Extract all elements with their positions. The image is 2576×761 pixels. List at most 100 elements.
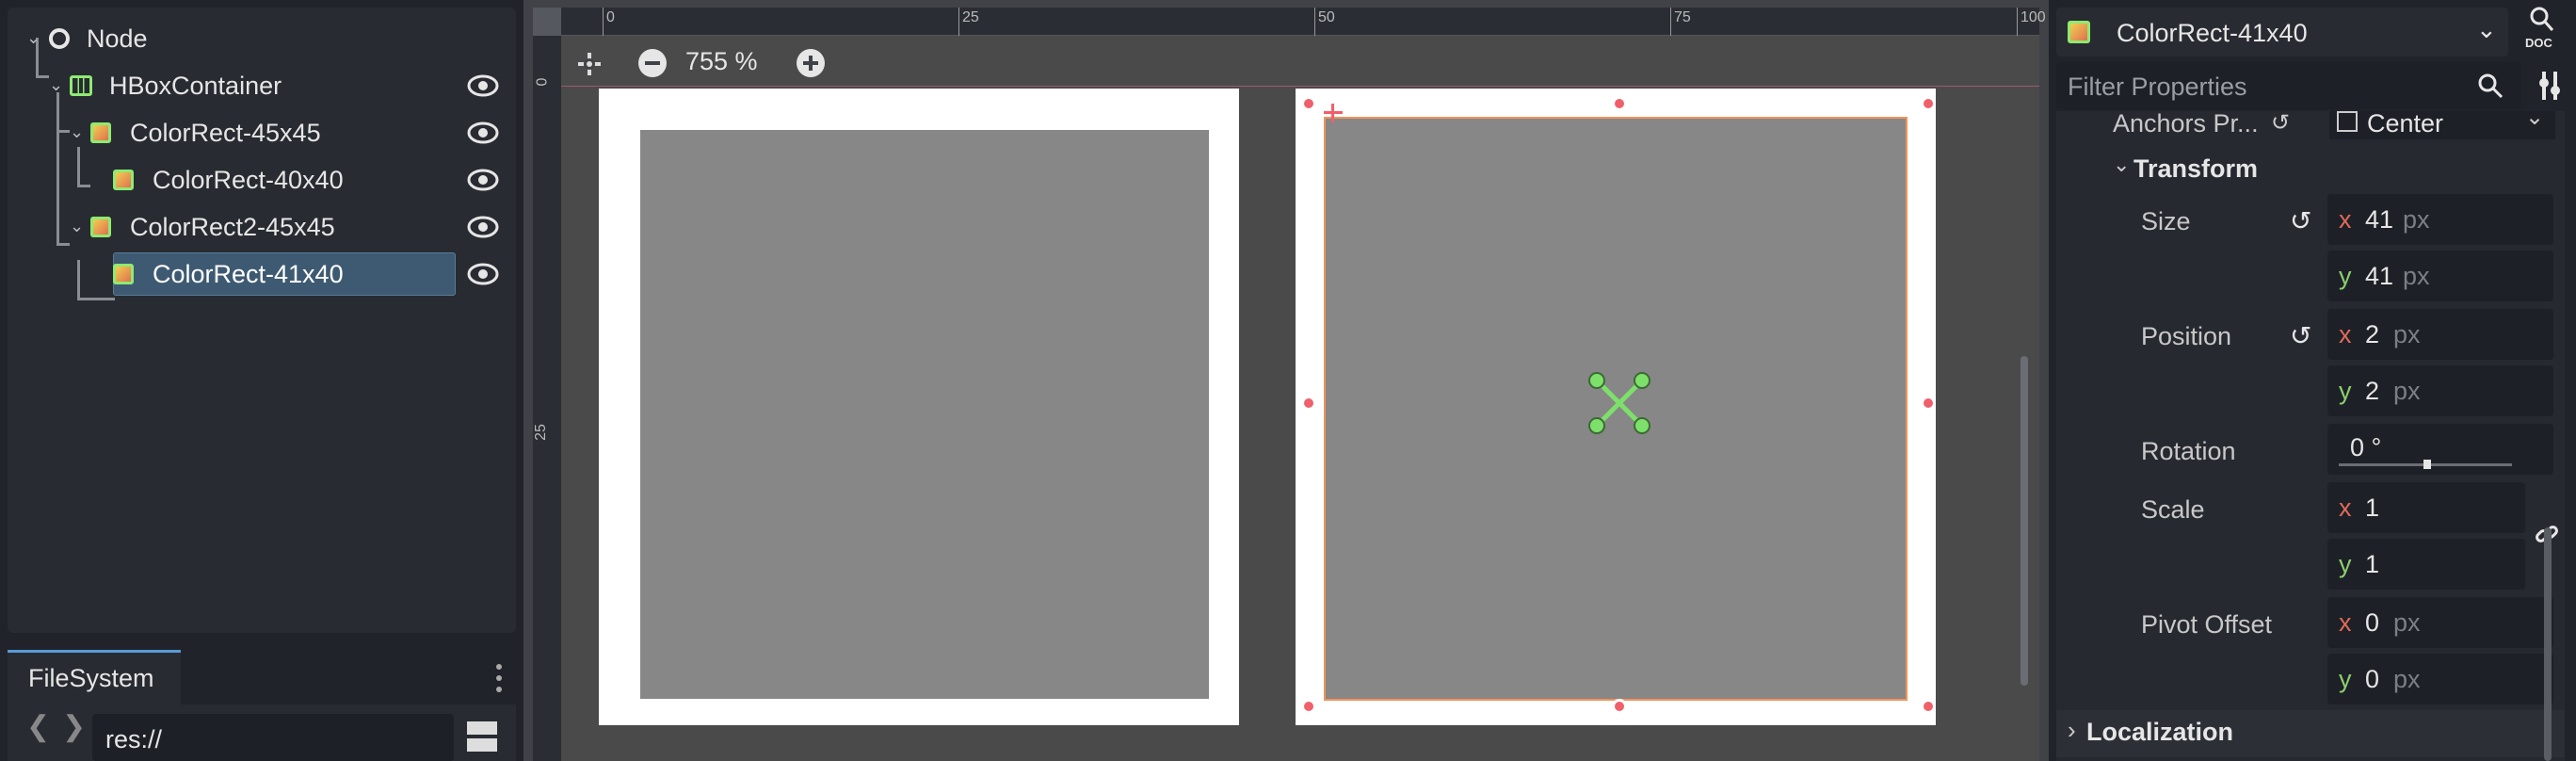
filter-properties-input[interactable]: Filter Properties [2056,62,2521,109]
rotation-slider-grabber[interactable] [2423,460,2431,469]
chevron-down-icon: ⌄ [2525,111,2545,130]
chevron-right-icon: › [2068,716,2076,744]
path-field[interactable]: res:// [92,714,454,761]
anchor-marker-icon[interactable] [1324,104,1343,122]
chevron-down-icon[interactable]: ⌄ [49,75,66,94]
path-text: res:// [105,725,163,753]
colorrect-40x40-canvas[interactable] [640,130,1209,699]
resize-handle-top[interactable] [1612,96,1627,111]
canvas-scrollbar[interactable] [2021,356,2028,686]
anchors-preset-dropdown[interactable]: Center ⌄ [2329,111,2555,139]
zoom-level[interactable]: 755 % [685,47,758,76]
revert-icon[interactable]: ↺ [2290,205,2311,236]
resize-handle-bottom-right[interactable] [1921,699,1936,714]
kebab-menu-icon[interactable] [495,663,503,693]
chevron-down-icon[interactable]: ⌄ [26,28,43,47]
visibility-eye-icon[interactable] [467,168,499,192]
doc-button[interactable]: DOC [2520,6,2565,57]
ruler-tick-label: 50 [1318,9,1335,25]
zoom-out-icon[interactable] [636,47,668,79]
scale-x-field[interactable]: x 1 [2327,482,2525,533]
scene-tree: ⌄ Node ⌄ HBoxContainer ⌄ ColorRect-45x45… [8,8,516,633]
unit-label: px [2393,320,2421,348]
ruler-major-tick [603,8,604,36]
tree-item-hboxcontainer[interactable]: ⌄ HBoxContainer [8,62,516,109]
axis-label: x [2339,320,2352,348]
list-view-icon[interactable] [467,721,497,752]
resize-handle-right[interactable] [1921,396,1936,411]
ruler-left[interactable]: 0 25 [533,36,561,761]
axis-label: y [2339,262,2352,290]
section-localization[interactable]: › Localization [2056,710,2565,757]
ruler-top[interactable]: 0 25 50 75 100 [533,8,2046,36]
tree-item-label: ColorRect-45x45 [130,119,321,147]
colorrect-icon [2068,21,2090,43]
ruler-tick-label: 100 [2021,9,2046,25]
section-transform[interactable]: ⌄ Transform [2056,153,2565,190]
inspector-scrollbar[interactable] [2544,527,2552,761]
pivot-offset-y-field[interactable]: y 0 px [2327,654,2553,704]
visibility-eye-icon[interactable] [467,215,499,239]
tree-item-colorrect-41x40[interactable]: ColorRect-41x40 [8,251,516,298]
axis-label: y [2339,377,2352,405]
revert-icon[interactable]: ↺ [2271,111,2290,137]
size-x-field[interactable]: x 41 px [2327,194,2553,245]
position-x-field[interactable]: x 2 px [2327,309,2553,360]
tab-filesystem[interactable]: FileSystem [8,650,181,704]
center-view-icon[interactable] [574,49,604,79]
property-label: Scale [2141,495,2205,524]
tree-item-label: ColorRect2-45x45 [130,213,335,241]
axis-label: y [2339,665,2352,693]
node-selector[interactable]: ColorRect-41x40 ⌄ [2056,8,2508,57]
property-label: Pivot Offset [2141,610,2273,639]
colorrect-icon [113,264,134,284]
anchor-center-icon [2337,111,2358,132]
inspector-dock: ColorRect-41x40 ⌄ DOC Filter Properties … [2049,0,2576,761]
visibility-eye-icon[interactable] [467,121,499,145]
axis-label: y [2339,550,2352,578]
tree-item-node[interactable]: ⌄ Node [8,15,516,62]
scale-y-value: 1 [2365,550,2380,578]
unit-label: px [2393,665,2421,693]
visibility-eye-icon[interactable] [467,73,499,98]
resize-handle-bottom-left[interactable] [1301,699,1316,714]
resize-handle-left[interactable] [1301,396,1316,411]
tools-icon[interactable] [2535,70,2565,102]
size-y-value: 41 [2365,262,2394,290]
rotation-field[interactable]: 0 ° [2327,424,2553,475]
section-title: Transform [2133,154,2259,183]
chevron-down-icon[interactable]: ⌄ [70,217,87,235]
pivot-offset-property: Pivot Offset x 0 px y 0 px [2056,597,2565,723]
pivot-anchor-icon[interactable] [1587,371,1651,435]
canvas-viewport[interactable]: 755 % [561,36,2039,761]
forward-arrow-icon[interactable]: ❯ [62,710,86,743]
ruler-major-tick [958,8,959,36]
resize-handle-top-right[interactable] [1921,96,1936,111]
ruler-tick-label: 25 [962,9,979,25]
tree-item-colorrect-45x45[interactable]: ⌄ ColorRect-45x45 [8,109,516,156]
left-dock: ⌄ Node ⌄ HBoxContainer ⌄ ColorRect-45x45… [0,0,523,761]
tree-item-colorrect2-45x45[interactable]: ⌄ ColorRect2-45x45 [8,203,516,251]
axis-label: x [2339,608,2352,637]
tree-item-colorrect-40x40[interactable]: ColorRect-40x40 [8,156,516,203]
guide-line [561,86,2039,87]
visibility-eye-icon[interactable] [467,262,499,286]
pivot-offset-x-field[interactable]: x 0 px [2327,597,2553,648]
pivot-offset-y-value: 0 [2365,665,2380,693]
position-y-field[interactable]: y 2 px [2327,365,2553,416]
resize-handle-top-left[interactable] [1301,96,1316,111]
resize-handle-bottom[interactable] [1612,699,1627,714]
property-label: Rotation [2141,437,2236,465]
scale-y-field[interactable]: y 1 [2327,539,2525,590]
tree-item-label: ColorRect-41x40 [153,260,344,288]
revert-icon[interactable]: ↺ [2290,320,2311,351]
chevron-down-icon: ⌄ [2476,15,2497,43]
unit-label: px [2403,262,2430,290]
size-y-field[interactable]: y 41 px [2327,251,2553,301]
back-arrow-icon[interactable]: ❮ [26,710,50,743]
chevron-down-icon[interactable]: ⌄ [70,122,87,141]
position-property: Position ↺ x 2 px y 2 px [2056,309,2565,435]
ruler-major-tick [2017,8,2018,36]
zoom-in-icon[interactable] [795,47,827,79]
anchors-preset-row[interactable]: Anchors Pr... ↺ Center ⌄ [2056,111,2565,139]
